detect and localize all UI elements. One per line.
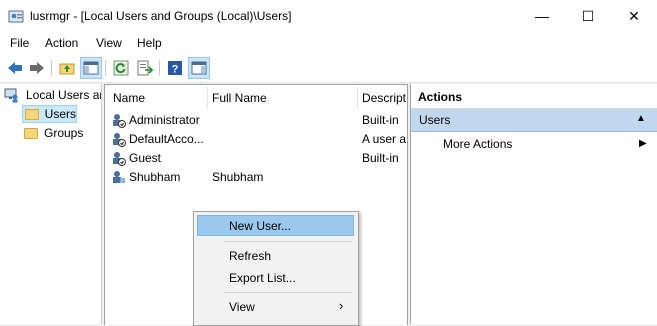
disabled-user-icon (113, 133, 126, 147)
context-menu-label: View (229, 299, 255, 314)
list-header: Name Full Name Descript (105, 85, 407, 111)
disabled-user-icon (113, 114, 126, 128)
submenu-arrow-icon: ▶ (639, 138, 647, 149)
back-arrow-icon (8, 62, 22, 74)
user-description: Built-in (362, 113, 399, 127)
menu-action[interactable]: Action (45, 36, 78, 50)
user-description: Built-in (362, 151, 399, 165)
context-menu-view[interactable]: View › (197, 296, 354, 317)
tree-item-users[interactable]: Users (22, 105, 77, 123)
column-divider[interactable] (207, 87, 208, 109)
export-list-icon (137, 60, 153, 76)
maximize-icon: ☐ (581, 7, 595, 24)
menu-view[interactable]: View (96, 36, 122, 50)
title-bar[interactable]: lusrmgr - [Local Users and Groups (Local… (0, 0, 657, 32)
close-button[interactable]: ✕ (611, 0, 657, 32)
menu-separator (224, 241, 352, 242)
svg-text:?: ? (172, 64, 179, 76)
refresh-button[interactable] (110, 57, 132, 79)
column-header-full-name[interactable]: Full Name (212, 91, 267, 105)
collapse-icon[interactable]: ▲ (636, 113, 646, 124)
table-row[interactable]: DefaultAcco... A user a (105, 130, 407, 149)
minimize-icon: — (535, 8, 549, 24)
table-row[interactable]: Guest Built-in (105, 149, 407, 168)
forward-button[interactable] (26, 57, 48, 79)
export-list-button[interactable] (134, 57, 156, 79)
user-name: Administrator (129, 113, 200, 127)
show-hide-tree-icon (83, 61, 99, 75)
more-actions-item[interactable]: More Actions ▶ (411, 134, 657, 154)
tree-item-groups[interactable]: Groups (24, 124, 83, 142)
disabled-user-icon (113, 152, 126, 166)
user-name: Guest (129, 151, 162, 165)
show-hide-console-tree-button[interactable] (80, 57, 102, 79)
user-description: A user a (362, 132, 407, 146)
context-menu-label: Export List... (229, 270, 296, 285)
show-hide-action-pane-button[interactable] (188, 57, 210, 79)
forward-arrow-icon (30, 62, 44, 74)
user-full-name: Shubham (212, 170, 264, 184)
menu-separator (224, 292, 352, 293)
toolbar: ? (0, 54, 657, 83)
minimize-button[interactable]: — (519, 0, 565, 32)
window-title: lusrmgr - [Local Users and Groups (Local… (30, 9, 292, 23)
folder-icon (25, 108, 39, 120)
tree-root-local-users-and-groups[interactable]: Local Users ar (4, 86, 102, 104)
column-divider[interactable] (357, 87, 358, 109)
context-menu-new-user[interactable]: New User... (197, 215, 354, 236)
tree-root-label: Local Users ar (26, 88, 102, 102)
column-header-name[interactable]: Name (113, 91, 145, 105)
folder-icon (24, 127, 38, 139)
table-row[interactable]: Administrator Built-in (105, 111, 407, 130)
menu-file[interactable]: File (10, 36, 29, 50)
context-menu-label: New User... (229, 218, 292, 233)
actions-section-label: Users (419, 113, 451, 127)
actions-pane: Actions Users ▲ More Actions ▶ (410, 84, 657, 324)
column-header-description[interactable]: Descript (362, 91, 406, 105)
toolbar-separator (51, 60, 52, 76)
tree-item-groups-label: Groups (44, 126, 84, 140)
up-folder-icon (59, 63, 75, 75)
refresh-icon (113, 60, 129, 76)
user-name: DefaultAcco... (129, 132, 204, 146)
user-icon (113, 171, 125, 183)
actions-title: Actions (418, 90, 463, 104)
context-menu-label: Refresh (229, 248, 272, 263)
context-menu-refresh[interactable]: Refresh (197, 245, 354, 266)
context-menu-export-list[interactable]: Export List... (197, 267, 354, 288)
close-icon: ✕ (628, 7, 640, 24)
help-button[interactable]: ? (164, 57, 186, 79)
toolbar-separator (105, 60, 106, 76)
console-tree-pane[interactable]: Local Users ar Users Groups (0, 84, 102, 324)
app-icon (8, 10, 24, 23)
computer-users-icon (4, 88, 18, 103)
more-actions-label: More Actions (443, 137, 513, 151)
table-row[interactable]: Shubham Shubham (105, 168, 407, 187)
actions-header: Actions (411, 84, 657, 109)
menu-help[interactable]: Help (137, 36, 162, 50)
toolbar-separator (159, 60, 160, 76)
tree-item-users-label: Users (44, 107, 76, 121)
menu-bar: File Action View Help (0, 32, 657, 54)
context-menu: New User... Refresh Export List... View … (193, 211, 359, 326)
back-button[interactable] (4, 57, 26, 79)
show-hide-action-pane-icon (191, 61, 207, 75)
actions-section-users[interactable]: Users ▲ (411, 109, 657, 132)
submenu-arrow-icon: › (339, 298, 344, 313)
up-one-level-button[interactable] (56, 57, 78, 79)
maximize-button[interactable]: ☐ (565, 0, 611, 32)
help-icon: ? (168, 61, 182, 76)
user-name: Shubham (129, 170, 181, 184)
